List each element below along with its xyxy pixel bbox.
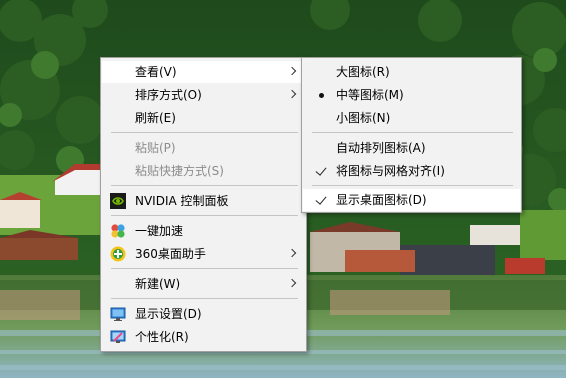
- menu-item-display-settings[interactable]: 显示设置(D): [102, 303, 305, 325]
- chevron-right-icon: [287, 248, 297, 258]
- menu-item-personalize[interactable]: 个性化(R): [102, 326, 305, 348]
- chevron-right-icon: [287, 89, 297, 99]
- menu-separator: [312, 185, 513, 186]
- submenu-item-align-to-grid[interactable]: 将图标与网格对齐(I): [303, 160, 520, 182]
- checkmark-icon: [315, 164, 327, 176]
- menu-item-paste[interactable]: 粘贴(P): [102, 137, 305, 159]
- checkmark-icon: [315, 193, 327, 205]
- submenu-item-auto-arrange[interactable]: 自动排列图标(A): [303, 137, 520, 159]
- menu-item-speedup[interactable]: 一键加速: [102, 220, 305, 242]
- speedup-icon: [111, 224, 125, 238]
- menu-item-360-desktop-assistant[interactable]: 360桌面助手: [102, 243, 305, 265]
- submenu-item-large-icons[interactable]: 大图标(R): [303, 61, 520, 83]
- submenu-item-medium-icons[interactable]: 中等图标(M): [303, 84, 520, 106]
- submenu-item-small-icons[interactable]: 小图标(N): [303, 107, 520, 129]
- personalize-icon: [110, 330, 126, 343]
- nvidia-icon: [110, 193, 126, 209]
- menu-separator: [111, 185, 298, 186]
- menu-item-nvidia-control-panel[interactable]: NVIDIA 控制面板: [102, 190, 305, 212]
- menu-item-refresh[interactable]: 刷新(E): [102, 107, 305, 129]
- menu-item-sort-by[interactable]: 排序方式(O): [102, 84, 305, 106]
- menu-item-view[interactable]: 查看(V): [102, 61, 305, 83]
- menu-separator: [312, 132, 513, 133]
- radio-bullet-icon: [319, 93, 324, 98]
- menu-item-paste-shortcut[interactable]: 粘贴快捷方式(S): [102, 160, 305, 182]
- menu-separator: [111, 215, 298, 216]
- submenu-item-show-desktop-icons[interactable]: 显示桌面图标(D): [303, 189, 520, 211]
- display-settings-icon: [110, 307, 126, 321]
- view-submenu: 大图标(R) 中等图标(M) 小图标(N) 自动排列图标(A) 将图标与网格对齐…: [301, 57, 522, 213]
- chevron-right-icon: [287, 66, 297, 76]
- desktop-context-menu: 查看(V) 排序方式(O) 刷新(E) 粘贴(P) 粘贴快捷方式(S) NVID…: [100, 57, 307, 352]
- menu-separator: [111, 268, 298, 269]
- menu-separator: [111, 298, 298, 299]
- chevron-right-icon: [287, 278, 297, 288]
- desktop-assistant-icon: [110, 246, 126, 262]
- menu-separator: [111, 132, 298, 133]
- menu-item-new[interactable]: 新建(W): [102, 273, 305, 295]
